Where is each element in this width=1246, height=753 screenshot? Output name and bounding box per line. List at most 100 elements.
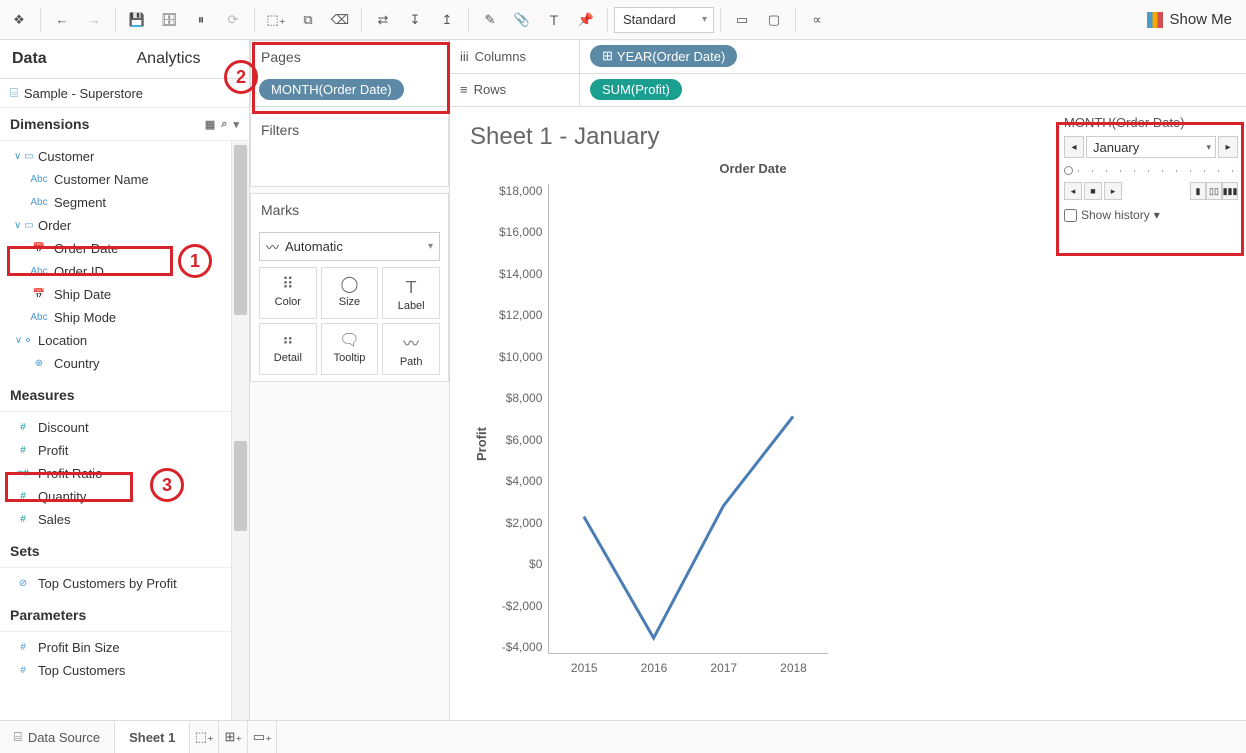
sort-desc-icon[interactable]: ↥ bbox=[432, 6, 462, 34]
menu-icon[interactable]: ▾ bbox=[233, 118, 239, 131]
rows-icon: ≡ bbox=[460, 82, 468, 97]
annotation-circle-1: 1 bbox=[178, 244, 212, 278]
tab-sheet1[interactable]: Sheet 1 bbox=[115, 721, 190, 753]
columns-pill[interactable]: ⊞YEAR(Order Date) bbox=[590, 45, 737, 67]
speed-slow-button[interactable]: ▮ bbox=[1190, 182, 1206, 200]
param-top-customers[interactable]: #Top Customers bbox=[0, 659, 231, 682]
totals-icon[interactable]: Ｔ bbox=[539, 6, 569, 34]
forward-icon[interactable]: → bbox=[79, 6, 109, 34]
marks-path[interactable]: 〰Path bbox=[382, 323, 440, 375]
x-axis-ticks: 20152016 20172018 bbox=[549, 661, 828, 675]
marks-tooltip[interactable]: 🗨Tooltip bbox=[321, 323, 379, 375]
play-back-button[interactable]: ◂ bbox=[1064, 182, 1082, 200]
dimensions-header: Dimensions ▦⌕▾ bbox=[0, 108, 249, 141]
main-toolbar: ❖ ← → 💾 🗄 ⏸ ⟳ ⬚₊ ⧉ ⌫ ⇄ ↧ ↥ ✎ 📎 Ｔ 📌 Stand… bbox=[0, 0, 1246, 40]
show-me-icon bbox=[1147, 12, 1163, 28]
highlight-icon[interactable]: ✎ bbox=[475, 6, 505, 34]
refresh-icon[interactable]: ⟳ bbox=[218, 6, 248, 34]
sheet-title[interactable]: Sheet 1 - January bbox=[470, 123, 1036, 151]
new-sheet-button[interactable]: ⬚₊ bbox=[190, 721, 219, 753]
page-control-card: MONTH(Order Date) ◂ January ▸ ◂ ■ ▸ ▮ bbox=[1056, 107, 1246, 720]
annotation-circle-2: 2 bbox=[224, 60, 258, 94]
field-sales[interactable]: #Sales bbox=[0, 508, 231, 531]
field-discount[interactable]: #Discount bbox=[0, 416, 231, 439]
datasource-tab-icon: ⌸ bbox=[14, 729, 22, 745]
columns-shelf[interactable]: iiiColumns ⊞YEAR(Order Date) bbox=[450, 40, 1246, 74]
back-icon[interactable]: ← bbox=[47, 6, 77, 34]
autoupdate-icon[interactable]: ⏸ bbox=[186, 6, 216, 34]
show-history-checkbox[interactable] bbox=[1064, 209, 1077, 222]
share-icon[interactable]: ∝ bbox=[802, 6, 832, 34]
new-dashboard-button[interactable]: ⊞₊ bbox=[219, 721, 248, 753]
sheet-area: iiiColumns ⊞YEAR(Order Date) ≡Rows SUM(P… bbox=[450, 40, 1246, 720]
field-quantity[interactable]: #Quantity bbox=[0, 485, 231, 508]
history-menu-icon[interactable]: ▾ bbox=[1154, 208, 1160, 222]
color-icon: ⠿ bbox=[262, 274, 314, 294]
speed-med-button[interactable]: ▯▯ bbox=[1206, 182, 1222, 200]
marks-size[interactable]: ◯Size bbox=[321, 267, 379, 319]
dashboard-icon[interactable]: ▭ bbox=[727, 6, 757, 34]
play-forward-button[interactable]: ▸ bbox=[1104, 182, 1122, 200]
x-axis-title: Order Date bbox=[470, 161, 1036, 176]
size-icon: ◯ bbox=[324, 274, 376, 294]
fit-dropdown[interactable]: Standard bbox=[614, 7, 714, 33]
field-profit-ratio[interactable]: =#Profit Ratio bbox=[0, 462, 231, 485]
tab-datasource[interactable]: ⌸Data Source bbox=[0, 721, 115, 753]
field-ship-mode[interactable]: AbcShip Mode bbox=[0, 306, 231, 329]
show-history-label: Show history bbox=[1081, 208, 1150, 222]
pages-card: Pages MONTH(Order Date) bbox=[250, 40, 449, 107]
folder-order[interactable]: ∨ ▭Order bbox=[0, 214, 231, 237]
new-story-button[interactable]: ▭₊ bbox=[248, 721, 277, 753]
line-chart bbox=[549, 184, 828, 653]
marks-type-dropdown[interactable]: 〰Automatic bbox=[259, 232, 440, 261]
set-top-customers[interactable]: ⊘Top Customers by Profit bbox=[0, 572, 231, 595]
field-customer-name[interactable]: AbcCustomer Name bbox=[0, 168, 231, 191]
data-pane: Data Analytics ⌸ Sample - Superstore Dim… bbox=[0, 40, 250, 720]
save-icon[interactable]: 💾 bbox=[122, 6, 152, 34]
speed-fast-button[interactable]: ▮▮▮ bbox=[1222, 182, 1238, 200]
datasource-row[interactable]: ⌸ Sample - Superstore bbox=[0, 79, 249, 108]
bottom-tabs: ⌸Data Source Sheet 1 ⬚₊ ⊞₊ ▭₊ bbox=[0, 720, 1246, 753]
marks-color[interactable]: ⠿Color bbox=[259, 267, 317, 319]
chart-plot[interactable]: 20152016 20172018 bbox=[548, 184, 828, 654]
shelves-column: Pages MONTH(Order Date) Filters Marks 〰A… bbox=[250, 40, 450, 720]
pin-icon[interactable]: 📌 bbox=[571, 6, 601, 34]
present-icon[interactable]: ▢ bbox=[759, 6, 789, 34]
data-pane-scrollbar[interactable] bbox=[231, 141, 249, 720]
play-stop-button[interactable]: ■ bbox=[1084, 182, 1102, 200]
detail-icon: ⠶ bbox=[262, 330, 314, 350]
tooltip-icon: 🗨 bbox=[324, 330, 376, 350]
sort-asc-icon[interactable]: ↧ bbox=[400, 6, 430, 34]
search-icon[interactable]: ⌕ bbox=[221, 118, 227, 131]
group-icon[interactable]: 📎 bbox=[507, 6, 537, 34]
rows-shelf[interactable]: ≡Rows SUM(Profit) bbox=[450, 74, 1246, 108]
page-slider[interactable] bbox=[1064, 166, 1238, 176]
duplicate-icon[interactable]: ⧉ bbox=[293, 6, 323, 34]
field-profit[interactable]: #Profit bbox=[0, 439, 231, 462]
logo-icon[interactable]: ❖ bbox=[4, 6, 34, 34]
page-value-dropdown[interactable]: January bbox=[1086, 136, 1216, 158]
page-prev-button[interactable]: ◂ bbox=[1064, 136, 1084, 158]
marks-card: Marks 〰Automatic ⠿Color ◯Size ＴLabel ⠶De… bbox=[250, 193, 449, 382]
page-next-button[interactable]: ▸ bbox=[1218, 136, 1238, 158]
view-icon[interactable]: ▦ bbox=[205, 118, 215, 131]
field-ship-date[interactable]: 📅Ship Date bbox=[0, 283, 231, 306]
parameters-header: Parameters bbox=[0, 599, 231, 632]
marks-detail[interactable]: ⠶Detail bbox=[259, 323, 317, 375]
tab-data[interactable]: Data bbox=[0, 40, 125, 78]
y-axis-title: Profit bbox=[470, 184, 493, 704]
folder-customer[interactable]: ∨ ▭Customer bbox=[0, 145, 231, 168]
swap-icon[interactable]: ⇄ bbox=[368, 6, 398, 34]
rows-pill[interactable]: SUM(Profit) bbox=[590, 79, 682, 100]
field-segment[interactable]: AbcSegment bbox=[0, 191, 231, 214]
param-profit-bin[interactable]: #Profit Bin Size bbox=[0, 636, 231, 659]
new-worksheet-icon[interactable]: ⬚₊ bbox=[261, 6, 291, 34]
marks-label[interactable]: ＴLabel bbox=[382, 267, 440, 319]
field-country[interactable]: ⊕Country bbox=[0, 352, 231, 375]
new-datasource-icon[interactable]: 🗄 bbox=[154, 6, 184, 34]
pages-pill[interactable]: MONTH(Order Date) bbox=[259, 79, 404, 100]
show-me-button[interactable]: Show Me bbox=[1137, 6, 1242, 34]
folder-location[interactable]: ∨ ⋄Location bbox=[0, 329, 231, 352]
clear-icon[interactable]: ⌫ bbox=[325, 6, 355, 34]
datasource-icon: ⌸ bbox=[10, 85, 18, 101]
